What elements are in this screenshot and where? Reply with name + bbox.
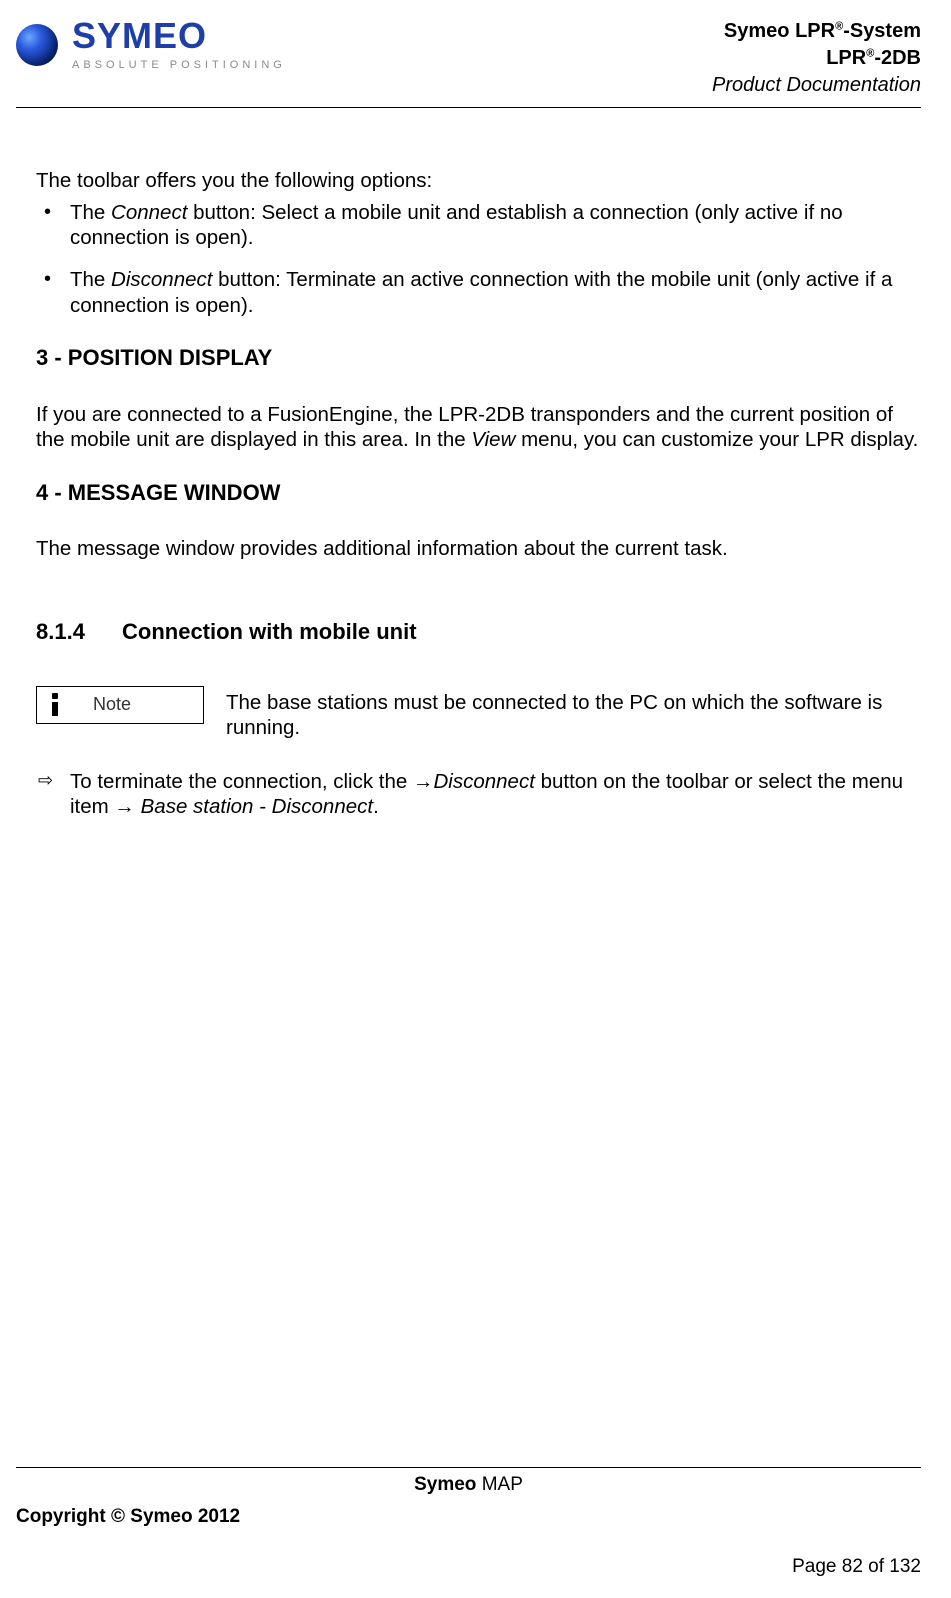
text: menu, you can customize your LPR display… (515, 428, 918, 451)
title-line2-a: LPR (826, 47, 866, 69)
note-text: The base stations must be connected to t… (226, 686, 921, 741)
subsection-title: Connection with mobile unit (122, 619, 417, 644)
em-text: Disconnect (111, 268, 212, 291)
document-page: SYMEO ABSOLUTE POSITIONING Symeo LPR®-Sy… (0, 0, 951, 1598)
page-footer: Symeo MAP Copyright © Symeo 2012 Page 82… (16, 1467, 921, 1578)
em-text: Connect (111, 201, 187, 224)
logo-sphere-icon (16, 24, 58, 66)
page-header: SYMEO ABSOLUTE POSITIONING Symeo LPR®-Sy… (16, 18, 921, 99)
logo: SYMEO ABSOLUTE POSITIONING (16, 18, 286, 71)
logo-tagline: ABSOLUTE POSITIONING (72, 60, 286, 71)
text: The (70, 201, 111, 224)
note-label: Note (93, 693, 131, 716)
footer-copyright: Copyright © Symeo 2012 (16, 1506, 921, 1528)
toolbar-options-list: The Connect button: Select a mobile unit… (36, 200, 921, 319)
footer-center: Symeo MAP (16, 1474, 921, 1496)
footer-product: MAP (476, 1474, 522, 1495)
reg-mark-icon: ® (835, 20, 843, 32)
instruction-item: To terminate the connection, click the →… (36, 769, 921, 820)
page-body: The toolbar offers you the following opt… (16, 108, 921, 1467)
text: The (70, 268, 111, 291)
note-block: Note The base stations must be connected… (36, 686, 921, 741)
title-line3: Product Documentation (712, 72, 921, 99)
em-text: Base station - Disconnect (141, 795, 373, 818)
footer-divider (16, 1467, 921, 1468)
em-text: View (471, 428, 515, 451)
em-text: Disconnect (434, 770, 535, 793)
section-4-heading: 4 - MESSAGE WINDOW (36, 479, 921, 507)
text: To terminate the connection, click the → (70, 770, 434, 793)
footer-page-number: Page 82 of 132 (16, 1556, 921, 1578)
list-item: The Connect button: Select a mobile unit… (36, 200, 921, 251)
section-4-text: The message window provides additional i… (36, 536, 921, 562)
title-line2-b: -2DB (874, 47, 921, 69)
text: . (373, 795, 379, 818)
document-title: Symeo LPR®-System LPR®-2DB Product Docum… (712, 18, 921, 99)
list-item: The Disconnect button: Terminate an acti… (36, 267, 921, 318)
intro-text: The toolbar offers you the following opt… (36, 168, 921, 194)
note-box: Note (36, 686, 204, 724)
subsection-number: 8.1.4 (36, 618, 122, 646)
subsection-heading: 8.1.4Connection with mobile unit (36, 618, 921, 646)
section-3-heading: 3 - POSITION DISPLAY (36, 344, 921, 372)
title-line1-b: -System (843, 20, 921, 42)
title-line1-a: Symeo LPR (724, 20, 835, 42)
section-3-text: If you are connected to a FusionEngine, … (36, 402, 921, 453)
info-icon (45, 691, 65, 719)
footer-brand: Symeo (414, 1474, 476, 1495)
logo-word: SYMEO (72, 18, 286, 54)
logo-text: SYMEO ABSOLUTE POSITIONING (72, 18, 286, 71)
